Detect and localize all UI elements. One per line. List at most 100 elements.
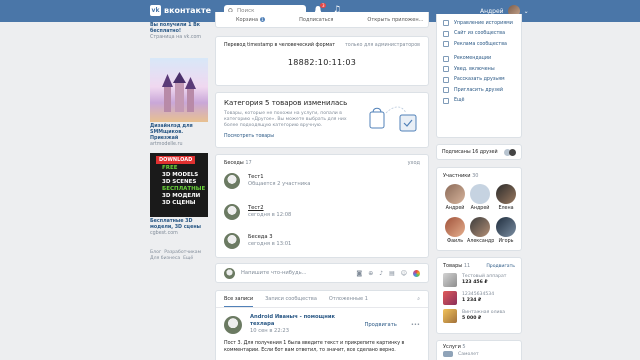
- service-name: Самолет: [458, 351, 479, 357]
- goods-item[interactable]: Тестовый аппарат 123 456 ₽: [437, 269, 521, 287]
- post-author-avatar[interactable]: [224, 315, 242, 334]
- goods-block: Товары 11 Продвигать Тестовый аппарат 123…: [436, 257, 522, 334]
- ad-3d-models[interactable]: DOWNLOAD FREE 3D MODELS 3D SCENES БЕСПЛА…: [150, 153, 208, 237]
- footer-link[interactable]: Блог: [150, 250, 161, 255]
- services-block: Услуги 5 Самолет: [436, 340, 522, 360]
- chat-item[interactable]: Беседа 3 сегодня в 13:01: [224, 233, 291, 249]
- menu-item[interactable]: Рассказать друзьям: [437, 75, 521, 86]
- notifications-badge: 3: [320, 3, 326, 8]
- stories-icon: [443, 20, 449, 27]
- members-title[interactable]: Участники: [443, 173, 471, 179]
- menu-item-label: Рассказать друзьям: [454, 77, 505, 83]
- footer-link[interactable]: Для бизнеса: [150, 256, 180, 261]
- camera-icon[interactable]: ◙: [356, 270, 362, 277]
- goods-price: 123 456 ₽: [462, 280, 488, 285]
- post-time[interactable]: 10 сен в 22:23: [250, 328, 356, 335]
- footer-link[interactable]: Разработчикам: [164, 250, 201, 255]
- camera-placeholder-icon: [470, 184, 490, 204]
- ad-castle[interactable]: Дизайнлэд для SMMщиков. Приезжай artmode…: [150, 58, 208, 148]
- site-icon: [443, 30, 449, 37]
- menu-item-label: Управление историями: [454, 20, 513, 26]
- footer-link[interactable]: Ещё: [183, 256, 193, 261]
- avatar: [445, 217, 465, 237]
- menu-item-label: Реклама сообщества: [454, 41, 507, 47]
- member-name: Игорь: [498, 239, 514, 244]
- recommend-icon: [443, 55, 449, 62]
- notice-text: Товары, которые не похожи на услуги, поп…: [224, 111, 347, 128]
- member[interactable]: Андрей: [442, 184, 468, 211]
- member-name: Андрей: [470, 206, 490, 211]
- more-icon[interactable]: •••: [411, 322, 420, 328]
- member[interactable]: Александр: [467, 217, 494, 244]
- menu-item[interactable]: Реклама сообщества: [437, 39, 521, 50]
- member[interactable]: Елена: [493, 184, 519, 211]
- member-name: Елена: [498, 206, 514, 211]
- goods-title[interactable]: Товары: [443, 263, 462, 269]
- ad-text-1[interactable]: Вы получили 1 Вк бесплатно! Страница на …: [150, 22, 208, 41]
- timestamp-value: 18882:10:11:03: [287, 58, 357, 67]
- service-item[interactable]: Самолет: [437, 350, 521, 358]
- menu-item[interactable]: Пригласить друзей: [437, 85, 521, 96]
- menu-item[interactable]: Управление историями: [437, 18, 521, 29]
- member-name: Фаиль: [446, 239, 464, 244]
- goods-item[interactable]: Винтажная олива 5 000 ₽: [437, 305, 521, 323]
- goods-item[interactable]: 12345634534 1 234 ₽: [437, 287, 521, 305]
- castle-icon: [162, 72, 196, 112]
- basket-button[interactable]: Корзина 1: [236, 17, 266, 23]
- menu-item[interactable]: Сайт из сообщества: [437, 29, 521, 40]
- ad-title: Вы получили 1 Вк бесплатно!: [150, 23, 201, 34]
- subscribe-button[interactable]: Подписаться: [299, 17, 333, 23]
- tab-all-posts[interactable]: Все записи: [224, 292, 254, 307]
- ads-icon: [443, 41, 449, 48]
- post-author[interactable]: Android Иваныч - помощник техлара: [250, 314, 356, 328]
- ad-subtitle: artmodelle.ru: [150, 142, 183, 147]
- member[interactable]: Игорь: [493, 217, 519, 244]
- avatar: [509, 148, 516, 156]
- chats-right-label[interactable]: уход: [408, 160, 420, 166]
- goods-thumb: [443, 273, 457, 287]
- post-composer[interactable]: Напишите что-нибудь... ◙ ⊕ ♪ ▤ ☺: [215, 263, 429, 283]
- top-actions-strip: Корзина 1 Подписаться Открыть приложен..…: [215, 12, 429, 28]
- promote-goods-button[interactable]: Продвигать: [486, 264, 515, 269]
- chat-item[interactable]: Тест1 Общается 2 участника: [224, 173, 310, 189]
- chat-item[interactable]: Тест2 сегодня в 12:08: [224, 204, 291, 220]
- basket-label: Корзина: [236, 17, 259, 23]
- smile-icon[interactable]: ☺: [401, 270, 407, 277]
- chats-block: Беседы 17 уход Тест1 Общается 2 участника…: [215, 154, 429, 258]
- doc-icon[interactable]: ▤: [389, 270, 395, 277]
- category-notice: Категория 5 товаров изменилась Товары, к…: [215, 92, 429, 148]
- ad-line: 3D СЦЕНЫ: [162, 200, 196, 206]
- add-icon[interactable]: ⊕: [368, 270, 373, 277]
- menu-item[interactable]: Ещё: [437, 96, 521, 107]
- vk-logo-icon: vk: [150, 5, 161, 16]
- ad-subtitle: cgbest.com: [150, 231, 178, 236]
- view-goods-link[interactable]: Посмотреть товары: [224, 134, 274, 139]
- promote-post-button[interactable]: Продвигать: [364, 322, 396, 328]
- color-wheel-icon[interactable]: [413, 269, 420, 277]
- goods-thumb: [443, 309, 457, 323]
- bell-icon: [443, 66, 449, 73]
- avatar: [445, 184, 465, 204]
- chat-name: Беседа 3: [248, 234, 273, 240]
- widget-admin-note: только для администраторов: [345, 43, 420, 48]
- tab-community-posts[interactable]: Записи сообщества: [265, 296, 317, 302]
- wall-block: Все записи Записи сообщества Отложенные …: [215, 290, 429, 360]
- avatar: [496, 184, 516, 204]
- tab-postponed[interactable]: Отложенные 1: [329, 296, 368, 302]
- menu-item[interactable]: Рекомендации: [437, 54, 521, 65]
- vk-logo[interactable]: vk вконтакте: [150, 5, 211, 16]
- open-app-button[interactable]: Открыть приложен...: [367, 17, 423, 23]
- chat-avatar: [224, 233, 240, 249]
- menu-item[interactable]: Увед. включены: [437, 64, 521, 75]
- services-title[interactable]: Услуги: [443, 344, 461, 350]
- member[interactable]: Фаиль: [442, 217, 468, 244]
- member[interactable]: Андрей: [467, 184, 493, 211]
- friends-following[interactable]: Подписаны 16 друзей: [436, 144, 522, 160]
- share-icon: [443, 76, 449, 83]
- menu-item-label: Ещё: [454, 98, 465, 104]
- wall-search-icon[interactable]: ⌕: [417, 296, 420, 302]
- goods-thumb: [443, 291, 457, 305]
- avatar: [470, 217, 490, 237]
- goods-moving-icon: [369, 106, 417, 132]
- music-attach-icon[interactable]: ♪: [379, 270, 383, 277]
